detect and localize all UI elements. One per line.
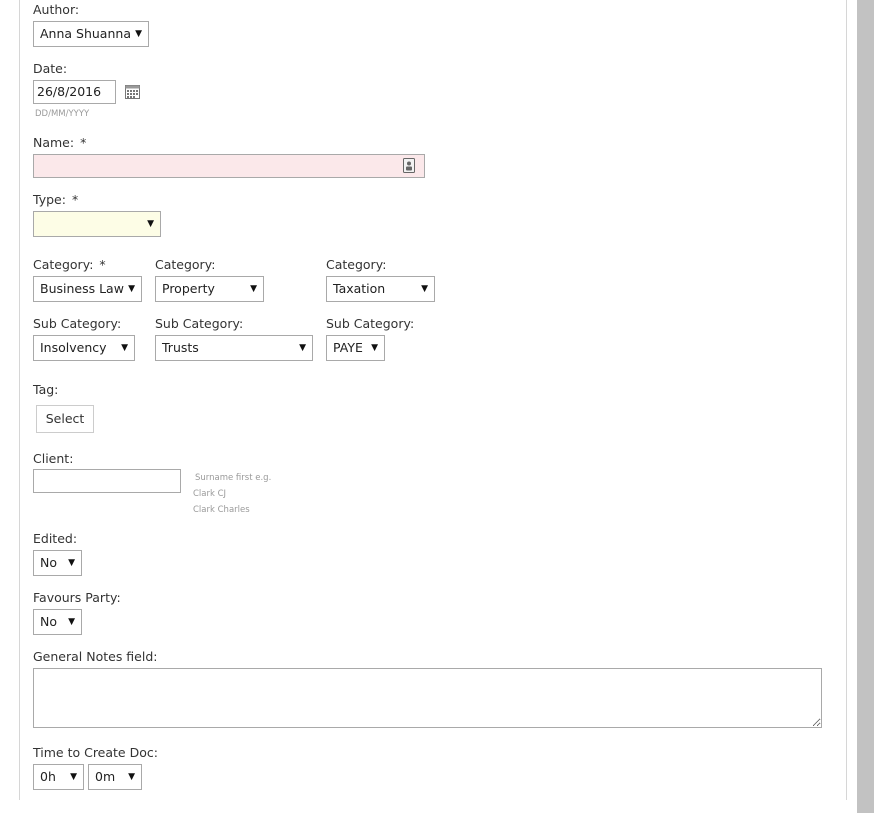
name-label-text: Name:	[33, 135, 75, 150]
time-to-create-label: Time to Create Doc:	[33, 745, 158, 760]
client-hint-line: Clark Charles	[193, 505, 250, 515]
right-border	[846, 0, 847, 800]
date-format-hint: DD/MM/YYYY	[35, 109, 90, 119]
dropdown-arrow-icon: ▼	[147, 219, 154, 229]
calendar-icon[interactable]	[125, 85, 141, 100]
client-hint-line: Surname first e.g.	[195, 473, 272, 483]
category-1-value: Business Law	[40, 281, 124, 296]
left-border	[19, 0, 20, 800]
category-1-required-mark: *	[99, 257, 106, 272]
client-hint-line: Clark CJ	[193, 489, 227, 499]
category-3-select[interactable]: Taxation ▼	[326, 276, 435, 302]
dropdown-arrow-icon: ▼	[128, 284, 135, 294]
hours-select[interactable]: 0h ▼	[33, 764, 84, 790]
client-input[interactable]	[33, 469, 181, 493]
dropdown-arrow-icon: ▼	[299, 343, 306, 353]
contact-card-icon[interactable]	[403, 158, 415, 173]
dropdown-arrow-icon: ▼	[121, 343, 128, 353]
dropdown-arrow-icon: ▼	[371, 343, 378, 353]
type-required-mark: *	[71, 192, 79, 207]
category-2-label: Category:	[155, 257, 216, 272]
edited-label: Edited:	[33, 531, 78, 546]
category-2-select[interactable]: Property ▼	[155, 276, 264, 302]
general-notes-label: General Notes field:	[33, 649, 158, 664]
category-3-value: Taxation	[333, 281, 386, 296]
vertical-scrollbar[interactable]	[857, 0, 874, 813]
sub-category-3-select[interactable]: PAYE ▼	[326, 335, 385, 361]
hours-value: 0h	[40, 769, 56, 784]
name-label: Name: *	[33, 135, 86, 150]
dropdown-arrow-icon: ▼	[70, 772, 77, 782]
category-1-label-text: Category:	[33, 257, 94, 272]
category-1-label: Category: *	[33, 257, 106, 272]
name-required-mark: *	[80, 135, 87, 150]
sub-category-1-value: Insolvency	[40, 340, 107, 355]
category-2-value: Property	[162, 281, 215, 296]
dropdown-arrow-icon: ▼	[68, 617, 75, 627]
dropdown-arrow-icon: ▼	[421, 284, 428, 294]
category-1-select[interactable]: Business Law ▼	[33, 276, 142, 302]
type-label-text: Type:	[33, 192, 66, 207]
author-select-value: Anna Shuanna	[40, 26, 131, 41]
client-label: Client:	[33, 451, 74, 466]
sub-category-2-select[interactable]: Trusts ▼	[155, 335, 313, 361]
author-select[interactable]: Anna Shuanna ▼	[33, 21, 149, 47]
name-input[interactable]	[33, 154, 425, 178]
dropdown-arrow-icon: ▼	[128, 772, 135, 782]
sub-category-2-value: Trusts	[162, 340, 199, 355]
general-notes-textarea[interactable]	[33, 668, 822, 728]
dropdown-arrow-icon: ▼	[68, 558, 75, 568]
dropdown-arrow-icon: ▼	[135, 29, 142, 39]
type-select[interactable]: ▼	[33, 211, 161, 237]
edited-select[interactable]: No ▼	[33, 550, 82, 576]
favours-party-label: Favours Party:	[33, 590, 121, 605]
type-label: Type: *	[33, 192, 78, 207]
category-3-label: Category:	[326, 257, 387, 272]
minutes-value: 0m	[95, 769, 116, 784]
date-input[interactable]: 26/8/2016	[33, 80, 116, 104]
sub-category-1-select[interactable]: Insolvency ▼	[33, 335, 135, 361]
minutes-select[interactable]: 0m ▼	[88, 764, 142, 790]
tag-label: Tag:	[33, 382, 59, 397]
tag-select-button[interactable]: Select	[36, 405, 94, 433]
dropdown-arrow-icon: ▼	[250, 284, 257, 294]
sub-category-3-value: PAYE	[333, 340, 363, 355]
favours-party-value: No	[40, 614, 57, 629]
sub-category-2-label: Sub Category:	[155, 316, 244, 331]
favours-party-select[interactable]: No ▼	[33, 609, 82, 635]
edited-value: No	[40, 555, 57, 570]
sub-category-1-label: Sub Category:	[33, 316, 122, 331]
date-label: Date:	[33, 61, 68, 76]
sub-category-3-label: Sub Category:	[326, 316, 415, 331]
author-label: Author:	[33, 2, 80, 17]
